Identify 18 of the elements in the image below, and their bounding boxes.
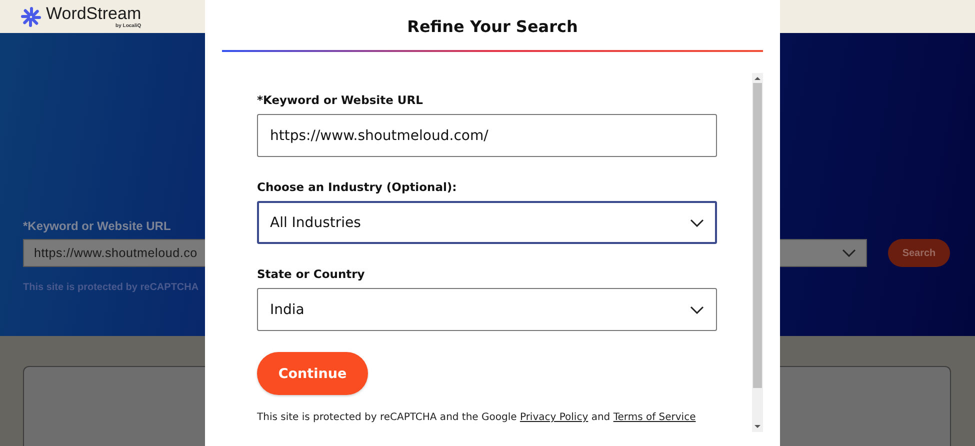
field-label: State or Country — [257, 267, 366, 281]
dropdown-field[interactable]: All Industries — [257, 201, 717, 244]
field-label: Choose an Industry (Optional): — [257, 180, 458, 194]
chevron-down-icon — [842, 249, 856, 258]
dropdown-field[interactable]: India — [257, 288, 717, 331]
input-field[interactable]: https://www.shoutmeloud.com/ — [257, 114, 717, 157]
logo-icon — [20, 6, 42, 28]
recaptcha-notice: This site is protected by reCAPTCHA and the Google Privacy Policy and Terms of Service — [257, 412, 697, 423]
terms-link[interactable]: Terms of Service — [613, 412, 696, 423]
chevron-down-icon — [690, 218, 704, 226]
dialog-title: Refine Your Search — [407, 17, 578, 36]
field-label: *Keyword or Website URL — [23, 219, 171, 234]
scrollbar[interactable] — [752, 73, 763, 432]
recaptcha-notice: This site is protected by reCAPTCHA — [23, 282, 199, 294]
field-label: *Keyword or Website URL — [257, 93, 424, 107]
privacy-policy-link[interactable]: Privacy Policy — [520, 412, 588, 423]
logo-name: WordStream — [46, 4, 142, 23]
chevron-down-icon — [690, 306, 704, 314]
